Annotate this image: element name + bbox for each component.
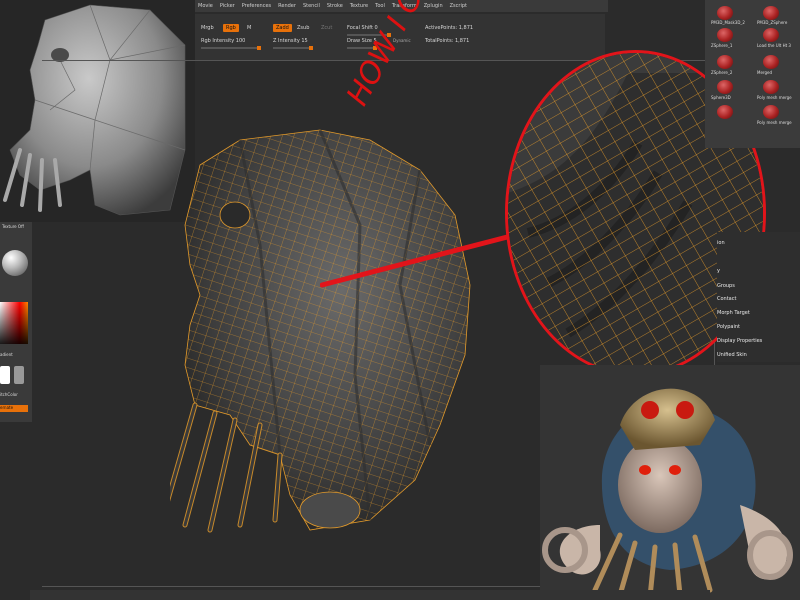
tool-label-5: ZSphere_2: [711, 70, 733, 75]
tool-label-8: Poly mesh merge: [757, 95, 792, 100]
tool-label-6: Merged: [757, 70, 773, 75]
color-picker[interactable]: [0, 302, 28, 344]
submenu-item-unified-skin[interactable]: Unified Skin: [717, 352, 747, 358]
menu-stencil[interactable]: Stencil: [303, 3, 320, 9]
zbrush-canvas: Movie Picker Preferences Render Stencil …: [0, 0, 800, 600]
active-points-readout: ActivePoints: 1,871: [425, 25, 474, 31]
submenu-item-contact[interactable]: Contact: [717, 296, 736, 302]
left-tray: Texture Off adient itchColor ernate: [0, 222, 32, 422]
submenu-item-polypaint[interactable]: Polypaint: [717, 324, 740, 330]
submenu-item-display-properties[interactable]: Display Properties: [717, 338, 762, 344]
submenu-item-2[interactable]: y: [717, 268, 720, 274]
menu-texture[interactable]: Texture: [350, 3, 368, 9]
z-intensity-slider[interactable]: Z Intensity 15: [273, 38, 308, 44]
tool-label-4: Load the Ult Ht 3: [757, 43, 791, 48]
zadd-button[interactable]: Zadd: [273, 24, 292, 32]
tool-label-3: ZSphere_1: [711, 43, 733, 48]
tool-thumb-4[interactable]: [763, 28, 779, 42]
final-render-preview: [540, 365, 800, 600]
mrgb-button[interactable]: Mrgb: [201, 25, 214, 31]
tool-label-10: Poly mesh merge: [757, 120, 792, 125]
primary-color-swatch[interactable]: [0, 366, 10, 384]
bottom-shelf: [30, 590, 710, 600]
tool-submenu: ion y Groups Contact Morph Target Polypa…: [717, 232, 800, 362]
tool-thumb-8[interactable]: [763, 80, 779, 94]
rgb-intensity-slider[interactable]: Rgb Intensity 100: [201, 38, 245, 44]
tool-thumb-6[interactable]: [763, 55, 779, 69]
menu-preferences[interactable]: Preferences: [242, 3, 271, 9]
menu-tool[interactable]: Tool: [375, 3, 385, 9]
total-points-readout: TotalPoints: 1,871: [425, 38, 470, 44]
submenu-item-morph-target[interactable]: Morph Target: [717, 310, 750, 316]
material-label: Texture Off: [2, 224, 24, 229]
rgb-button[interactable]: Rgb: [223, 24, 239, 32]
tool-thumb-10[interactable]: [763, 105, 779, 119]
zcut-button[interactable]: Zcut: [321, 25, 332, 31]
secondary-color-swatch[interactable]: [14, 366, 24, 384]
tool-label-7: Sphere3D: [711, 95, 731, 100]
tool-thumb-5[interactable]: [717, 55, 733, 69]
m-button[interactable]: M: [247, 25, 251, 31]
rgb-intensity-track[interactable]: [201, 46, 261, 50]
menu-render[interactable]: Render: [278, 3, 296, 9]
tool-thumb-3[interactable]: [717, 28, 733, 42]
tool-palette: PM3D_Mask3D_2 PM3D_ZSphere ZSphere_1 Loa…: [705, 0, 800, 148]
menu-movie[interactable]: Movie: [198, 3, 213, 9]
switch-color-button[interactable]: itchColor: [0, 392, 18, 397]
wireframe-sculpt[interactable]: [170, 125, 520, 535]
submenu-item-groups[interactable]: Groups: [717, 283, 735, 289]
tool-thumb-1[interactable]: [717, 6, 733, 20]
menu-stroke[interactable]: Stroke: [327, 3, 343, 9]
submenu-item-1[interactable]: ion: [717, 240, 725, 246]
tool-thumb-9[interactable]: [717, 105, 733, 119]
zsub-button[interactable]: Zsub: [297, 25, 309, 31]
alternate-button[interactable]: ernate: [0, 405, 28, 412]
tool-label-1: PM3D_Mask3D_2: [711, 20, 745, 25]
tool-thumb-7[interactable]: [717, 80, 733, 94]
menu-picker[interactable]: Picker: [220, 3, 235, 9]
material-sphere[interactable]: [2, 250, 28, 276]
annotation-pointer-line: [320, 232, 518, 288]
menu-zscript[interactable]: Zscript: [450, 3, 467, 9]
final-render-image: [540, 365, 800, 600]
tool-label-2: PM3D_ZSphere: [757, 20, 788, 25]
gradient-label: adient: [0, 352, 13, 357]
tool-thumb-2[interactable]: [763, 6, 779, 20]
z-intensity-track[interactable]: [273, 46, 313, 50]
